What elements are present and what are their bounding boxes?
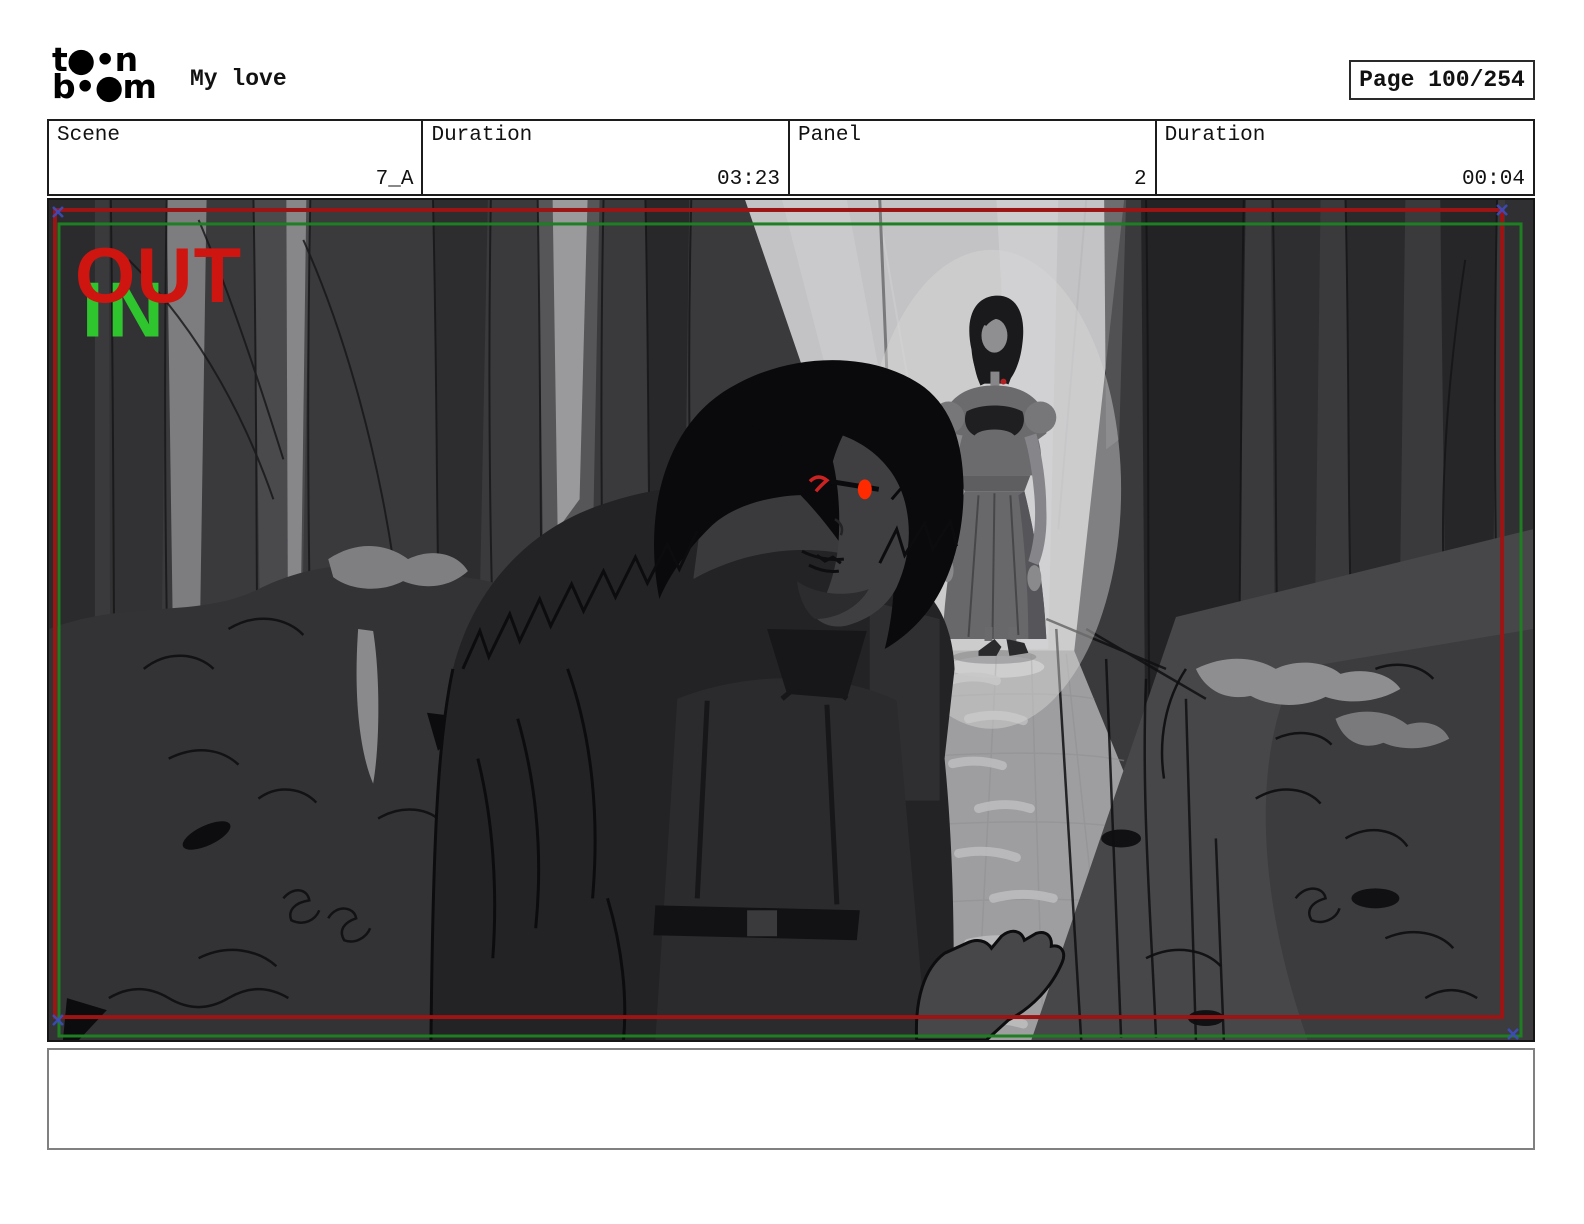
scene-label: Scene xyxy=(57,124,121,147)
project-title: My love xyxy=(190,66,287,92)
panel-number-value: 2 xyxy=(1133,168,1147,191)
panel-duration-label: Duration xyxy=(1164,124,1266,147)
scene-duration-value: 03:23 xyxy=(717,168,781,191)
panel-number-cell: Panel 2 xyxy=(788,121,1155,194)
man-red-eye xyxy=(857,479,872,500)
toonboom-logo: t●•n b•●m xyxy=(52,43,157,103)
panel-duration-cell: Duration 00:04 xyxy=(1154,121,1533,194)
woman-neck-red-mark xyxy=(1000,378,1007,385)
scene-cell: Scene 7_A xyxy=(49,121,421,194)
page-number-box: Page 100/254 xyxy=(1349,60,1535,100)
toonboom-logo-line2: b•●m xyxy=(52,67,157,106)
scene-value: 7_A xyxy=(375,168,414,191)
scene-duration-cell: Duration 03:23 xyxy=(421,121,788,194)
metadata-table: Scene 7_A Duration 03:23 Panel 2 Duratio… xyxy=(47,119,1535,196)
man-chest xyxy=(655,678,927,1040)
camera-out-label: OUT xyxy=(75,233,242,319)
caption-box xyxy=(47,1048,1535,1150)
storyboard-page: t●•n b•●m My love Page 100/254 Scene 7_A … xyxy=(0,0,1584,1224)
panel-duration-value: 00:04 xyxy=(1461,168,1525,191)
panel-number-label: Panel xyxy=(798,124,862,147)
scene-duration-label: Duration xyxy=(431,124,533,147)
storyboard-drawing: IN OUT xyxy=(49,200,1533,1040)
storyboard-panel: IN OUT xyxy=(47,198,1535,1042)
